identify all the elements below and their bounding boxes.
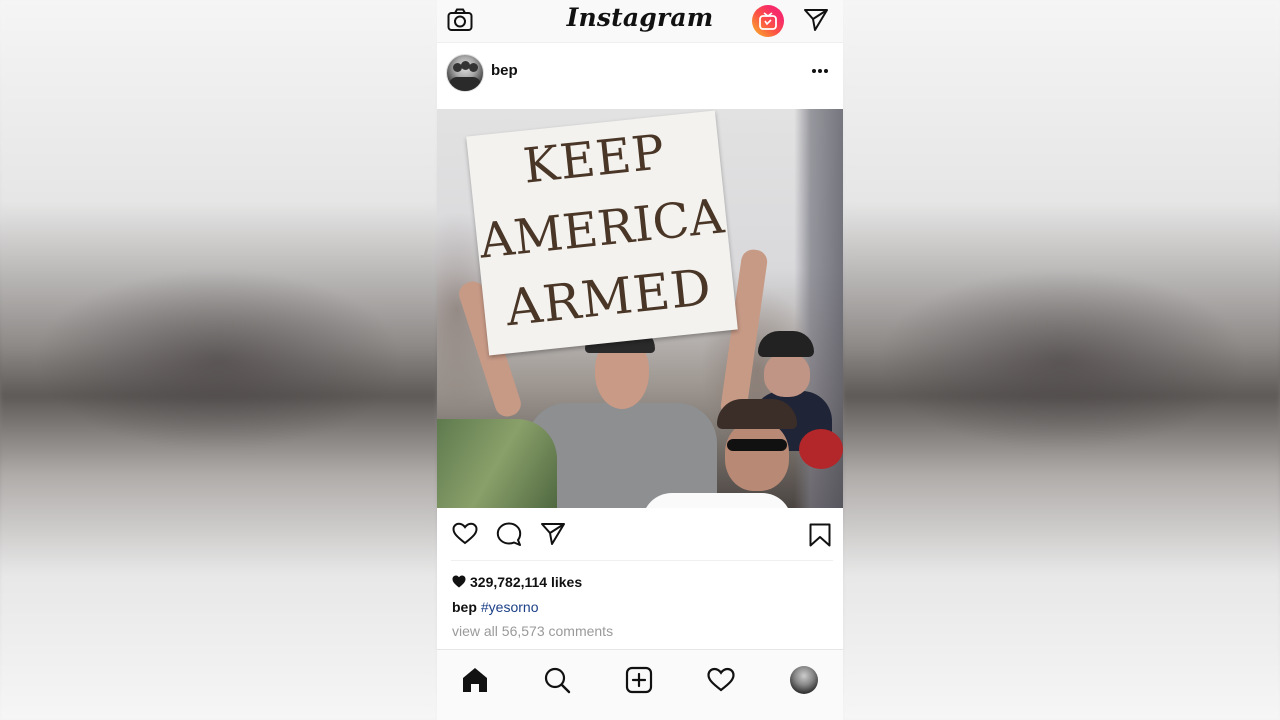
search-icon[interactable]	[543, 666, 571, 694]
heart-filled-icon	[452, 575, 466, 588]
background-left	[0, 0, 437, 720]
more-options-icon[interactable]	[811, 68, 829, 74]
instagram-app: Instagram bep KEEP AMERICA ARMED 329,782…	[437, 0, 843, 720]
likes-count[interactable]: 329,782,114 likes	[452, 574, 582, 590]
sign-line-2: AMERICA	[476, 188, 727, 270]
share-icon[interactable]	[540, 522, 566, 546]
home-icon[interactable]	[461, 666, 489, 694]
post-image[interactable]: KEEP AMERICA ARMED	[437, 109, 843, 508]
likes-number: 329,782,114	[470, 574, 548, 590]
scarf	[437, 419, 557, 508]
caption: bep #yesorno	[452, 599, 538, 615]
likes-label: likes	[550, 574, 583, 590]
protest-sign: KEEP AMERICA ARMED	[466, 110, 738, 356]
comment-icon[interactable]	[496, 522, 522, 546]
add-icon[interactable]	[625, 666, 653, 694]
caption-username[interactable]: bep	[452, 599, 477, 615]
caption-hashtag[interactable]: #yesorno	[481, 599, 539, 615]
sign-line-3: ARMED	[503, 258, 715, 338]
top-bar: Instagram	[437, 0, 843, 43]
heart-icon[interactable]	[452, 522, 478, 546]
post-header: bep	[437, 44, 843, 108]
profile-icon[interactable]	[790, 666, 818, 694]
avatar[interactable]	[446, 54, 484, 92]
divider	[451, 560, 833, 561]
bottom-nav	[437, 649, 843, 720]
post-username[interactable]: bep	[491, 62, 518, 79]
igtv-icon[interactable]	[752, 5, 784, 37]
post-actions	[437, 508, 843, 560]
direct-icon[interactable]	[803, 8, 829, 32]
bookmark-icon[interactable]	[809, 523, 831, 547]
second-sign	[642, 493, 792, 508]
activity-icon[interactable]	[707, 666, 735, 694]
view-comments-link[interactable]: view all 56,573 comments	[452, 623, 613, 639]
person-woman	[697, 399, 817, 508]
background-right	[843, 0, 1280, 720]
